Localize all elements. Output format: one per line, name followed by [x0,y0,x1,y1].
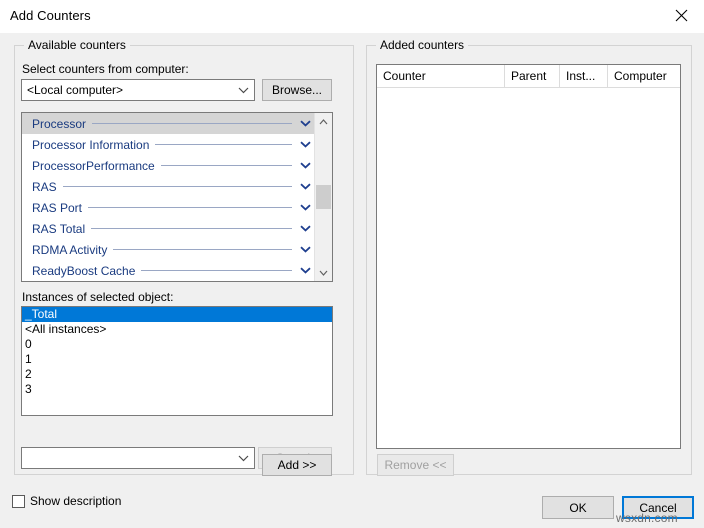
available-counters-scrollbar[interactable] [314,113,332,281]
search-input[interactable] [21,447,255,469]
counter-connector-line [63,186,292,187]
instance-list-item[interactable]: 3 [22,382,332,397]
ok-button[interactable]: OK [542,496,614,519]
chevron-down-icon [232,455,254,462]
counter-connector-line [141,270,292,271]
counter-list-item[interactable]: RAS [22,176,314,197]
counter-connector-line [91,228,292,229]
counter-connector-line [113,249,292,250]
show-description-label: Show description [30,494,121,508]
instance-list-item[interactable]: 0 [22,337,332,352]
instances-list[interactable]: _Total<All instances>0123 [21,306,333,416]
added-counters-header-row: CounterParentInst...Computer [377,65,680,88]
counter-list-item-label: ProcessorPerformance [32,159,161,173]
scrollbar-thumb[interactable] [316,185,331,209]
window-title: Add Counters [10,8,91,23]
computer-select-value: <Local computer> [22,83,232,97]
added-counters-column-header[interactable]: Computer [608,65,680,87]
chevron-down-icon[interactable] [298,204,312,211]
checkbox-box-icon [12,495,25,508]
scroll-up-arrow-icon[interactable] [315,113,332,130]
counter-list-item-label: RDMA Activity [32,243,113,257]
counter-list-item-label: RAS Total [32,222,91,236]
counter-list-item[interactable]: Processor Information [22,134,314,155]
instances-label: Instances of selected object: [22,290,173,304]
counter-connector-line [92,123,292,124]
added-counters-body[interactable] [377,88,680,448]
scroll-down-arrow-icon[interactable] [315,264,332,281]
counter-list-item[interactable]: ReadyBoost Cache [22,260,314,281]
chevron-down-icon[interactable] [298,183,312,190]
counter-list-item-label: RAS Port [32,201,88,215]
counter-list-item-label: Processor Information [32,138,155,152]
counter-list-item-label: Processor [32,117,92,131]
title-bar: Add Counters [0,0,704,33]
show-description-checkbox[interactable]: Show description [12,494,121,508]
available-counters-rows: Processor Processor Information ProcessorP… [22,113,314,281]
instance-list-item[interactable]: 1 [22,352,332,367]
counter-list-item[interactable]: RDMA Activity [22,239,314,260]
added-counters-group-title: Added counters [376,38,468,52]
counter-list-item[interactable]: RAS Total [22,218,314,239]
instance-list-item[interactable]: _Total [22,307,332,322]
counter-list-item[interactable]: Processor [22,113,314,134]
chevron-down-icon[interactable] [298,162,312,169]
counter-connector-line [88,207,292,208]
instance-list-item[interactable]: 2 [22,367,332,382]
counter-list-item[interactable]: RAS Port [22,197,314,218]
computer-select-combo[interactable]: <Local computer> [21,79,255,101]
available-counters-list[interactable]: Processor Processor Information ProcessorP… [21,112,333,282]
counter-list-item-label: ReadyBoost Cache [32,264,141,278]
chevron-down-icon[interactable] [298,246,312,253]
add-button[interactable]: Add >> [262,454,332,476]
close-icon [675,9,688,22]
browse-button[interactable]: Browse... [262,79,332,101]
added-counters-column-header[interactable]: Parent [505,65,560,87]
chevron-down-icon [232,87,254,94]
added-counters-column-header[interactable]: Counter [377,65,505,87]
available-counters-group-title: Available counters [24,38,130,52]
counter-list-item[interactable]: ProcessorPerformance [22,155,314,176]
counter-list-item-label: RAS [32,180,63,194]
added-counters-table[interactable]: CounterParentInst...Computer [376,64,681,449]
select-counters-label: Select counters from computer: [22,62,189,76]
remove-button: Remove << [377,454,454,476]
instance-list-item[interactable]: <All instances> [22,322,332,337]
close-button[interactable] [658,0,704,31]
added-counters-column-header[interactable]: Inst... [560,65,608,87]
chevron-down-icon[interactable] [298,267,312,274]
chevron-down-icon[interactable] [298,141,312,148]
chevron-down-icon[interactable] [298,225,312,232]
counter-connector-line [161,165,292,166]
watermark: wsxdn.com [616,511,678,525]
counter-connector-line [155,144,292,145]
chevron-down-icon[interactable] [298,120,312,127]
